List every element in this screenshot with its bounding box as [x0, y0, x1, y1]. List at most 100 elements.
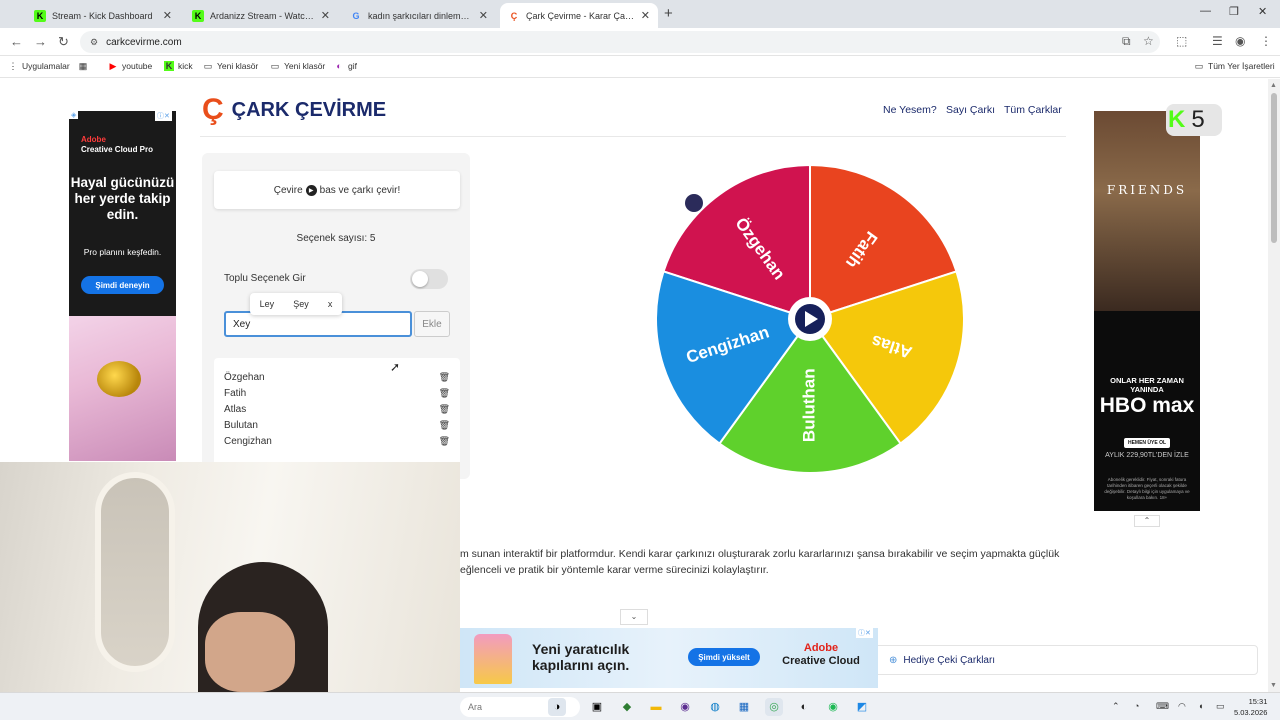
bookmark-apps[interactable]: ⋮ Uygulamalar [8, 61, 70, 71]
ad-collapse-icon[interactable]: ⌃ [1134, 515, 1160, 527]
taskbar-clock[interactable]: 15:31 5.03.2026 [1234, 696, 1267, 718]
minimize-icon[interactable]: — [1200, 5, 1211, 17]
webcam-face [205, 612, 295, 692]
hbo-side-ad[interactable]: FRIENDS ONLAR HER ZAMAN YANINDA HBO max … [1094, 111, 1200, 511]
site-info-icon[interactable]: ⚙ [90, 37, 98, 48]
bookmark-kick[interactable]: Kkick [164, 61, 193, 71]
bulk-entry-toggle[interactable] [410, 269, 448, 289]
nav-tum-carklar[interactable]: Tüm Çarklar [1004, 104, 1062, 116]
app-blue-icon[interactable]: ◩ [853, 698, 871, 716]
scroll-up-icon[interactable]: ▲ [1270, 82, 1277, 89]
adchoices-icon[interactable]: ◈ [69, 111, 79, 119]
kick-icon: K [192, 9, 204, 22]
gift-icon: ⊕ [889, 654, 898, 666]
task-view-icon[interactable]: ▣ [588, 698, 606, 716]
folder-icon: ▭ [1194, 61, 1204, 71]
scroll-down-icon[interactable]: ▼ [1270, 682, 1277, 689]
suggestion-item[interactable]: Şey [293, 299, 309, 309]
keyboard-icon[interactable]: ⌨ [1156, 701, 1169, 712]
forward-icon[interactable]: → [34, 34, 47, 49]
list-item: Fatih 🗑 [224, 387, 450, 399]
close-icon[interactable]: ✕ [163, 9, 172, 22]
reading-list-icon[interactable]: ☰ [1212, 34, 1223, 48]
mouse-cursor-icon: ➚ [390, 360, 401, 374]
scrollbar-thumb[interactable] [1271, 93, 1277, 243]
hediye-link[interactable]: ⊕ Hediye Çeki Çarkları [868, 645, 1258, 675]
bookmark-youtube[interactable]: ▶ youtube [108, 61, 153, 71]
tab-kick-dashboard[interactable]: K Stream - Kick Dashboard ✕ [26, 3, 180, 28]
ad-close-icon[interactable]: ⓘ✕ [856, 628, 873, 638]
trash-icon[interactable]: 🗑 [439, 388, 450, 399]
tray-arrow-icon[interactable]: ⌃ [1112, 701, 1120, 712]
ad-upgrade-button[interactable]: Şimdi yükselt [688, 648, 760, 666]
obs-icon[interactable]: ◉ [676, 698, 694, 716]
back-icon[interactable]: ← [10, 34, 23, 49]
ad-copy: Yeni yaratıcılık kapılarını açın. [532, 641, 630, 673]
game-icon[interactable]: ◆ [618, 698, 636, 716]
suggestion-close[interactable]: x [328, 299, 333, 309]
adobe-side-ad[interactable]: ◈ ⓘ✕ Adobe Creative Cloud Pro Hayal gücün… [69, 111, 176, 461]
nav-sayi-carki[interactable]: Sayı Çarkı [946, 104, 995, 116]
tab-ardanizz-stream[interactable]: K Ardanizz Stream - Watch Live o ✕ [184, 3, 338, 28]
new-tab-icon[interactable]: + [664, 5, 673, 22]
close-icon[interactable]: ✕ [479, 9, 488, 22]
list-item: Cengizhan 🗑 [224, 435, 450, 447]
bookmark-gif[interactable]: ◐ gif [334, 61, 357, 71]
site-logo[interactable]: Ç ÇARK ÇEVİRME [202, 95, 386, 125]
chrome-icon[interactable]: ◎ [765, 698, 783, 716]
trash-icon[interactable]: 🗑 [439, 420, 450, 431]
tab-google-search[interactable]: G kadın şarkıcıları dinlemek haran ✕ [342, 3, 496, 28]
app-icon[interactable]: ◐ [795, 698, 813, 716]
nav-ne-yesem[interactable]: Ne Yesem? [883, 104, 937, 116]
trash-icon[interactable]: 🗑 [439, 436, 450, 447]
wifi-icon[interactable]: ◠ [1178, 701, 1186, 712]
profile-avatar-icon[interactable]: ◉ [1235, 34, 1245, 48]
store-icon[interactable]: ▦ [735, 698, 753, 716]
ad-member-button[interactable]: HEMEN ÜYE OL [1124, 438, 1170, 448]
cark-logo-icon: Ç [202, 93, 224, 126]
list-item: Özgehan 🗑 [224, 371, 450, 383]
wheel-segment-label: Buluthan [799, 368, 818, 442]
reload-icon[interactable]: ↻ [58, 34, 69, 50]
volume-icon[interactable]: ◖ [1198, 701, 1203, 711]
adobe-bottom-ad[interactable]: Yeni yaratıcılık kapılarını açın. Şimdi … [460, 628, 878, 688]
file-explorer-icon[interactable]: ▬ [647, 698, 665, 716]
ad-subline: Pro planını keşfedin. [83, 247, 162, 257]
ad-brand: Adobe Creative Cloud Pro [81, 135, 154, 154]
bookmark-star-icon[interactable]: ☆ [1143, 34, 1154, 48]
bookmark-all[interactable]: ▭ Tüm Yer İşaretleri [1194, 61, 1275, 71]
page-content: Ç ÇARK ÇEVİRME Ne Yesem? Sayı Çarkı Tüm … [0, 79, 1268, 692]
bookmarks-bar: ⋮ Uygulamalar ▦ ▶ youtube Kkick ▭ Yeni klas… [0, 56, 1280, 78]
battery-icon[interactable]: ▭ [1216, 701, 1225, 712]
install-icon[interactable]: ⧉ [1122, 34, 1131, 49]
about-text: m sunan interaktif bir platformdur. Kend… [460, 548, 1060, 576]
restore-icon[interactable]: ❐ [1229, 5, 1239, 18]
suggestion-item[interactable]: Ley [260, 299, 275, 309]
menu-dots-icon[interactable]: ⋮ [1260, 34, 1272, 48]
ad-expand-icon[interactable]: ⌄ [620, 609, 648, 625]
gif-icon: ◐ [336, 61, 342, 71]
bookmark-folder-1[interactable]: ▭ Yeni klasör [203, 61, 259, 71]
kick-icon: K [1168, 106, 1186, 133]
close-icon[interactable]: ✕ [641, 9, 650, 22]
add-option-button[interactable]: Ekle [414, 311, 450, 337]
list-item: Bulutan 🗑 [224, 419, 450, 431]
decision-wheel[interactable]: Özgehan Fatih Atlas Buluthan Cengizhan [640, 163, 980, 483]
url-field[interactable]: ⚙ carkcevirme.com [80, 31, 1160, 53]
widgets-icon[interactable]: ◑ [548, 698, 566, 716]
page-scrollbar[interactable]: ▲ ▼ [1268, 79, 1280, 692]
ad-cta-button[interactable]: Şimdi deneyin [81, 276, 164, 294]
trash-icon[interactable]: 🗑 [439, 372, 450, 383]
network-icon[interactable]: ◔ [1134, 701, 1139, 711]
edge-icon[interactable]: ◍ [706, 698, 724, 716]
spotify-icon[interactable]: ◉ [824, 698, 842, 716]
close-icon[interactable]: ✕ [321, 9, 330, 22]
tab-cark-cevirme[interactable]: Ç Çark Çevirme - Karar Çarkı! ✕ [500, 3, 658, 28]
wheel-svg[interactable]: Özgehan FatihAtlasBuluthanCengizhan [640, 163, 980, 483]
bookmark-folder-2[interactable]: ▭ Yeni klasör [270, 61, 326, 71]
ad-close-icon[interactable]: ⓘ✕ [155, 111, 172, 121]
bookmark-grid[interactable]: ▦ [78, 61, 92, 71]
trash-icon[interactable]: 🗑 [439, 404, 450, 415]
window-close-icon[interactable]: ✕ [1258, 5, 1267, 18]
extensions-icon[interactable]: ⬚ [1176, 34, 1187, 48]
